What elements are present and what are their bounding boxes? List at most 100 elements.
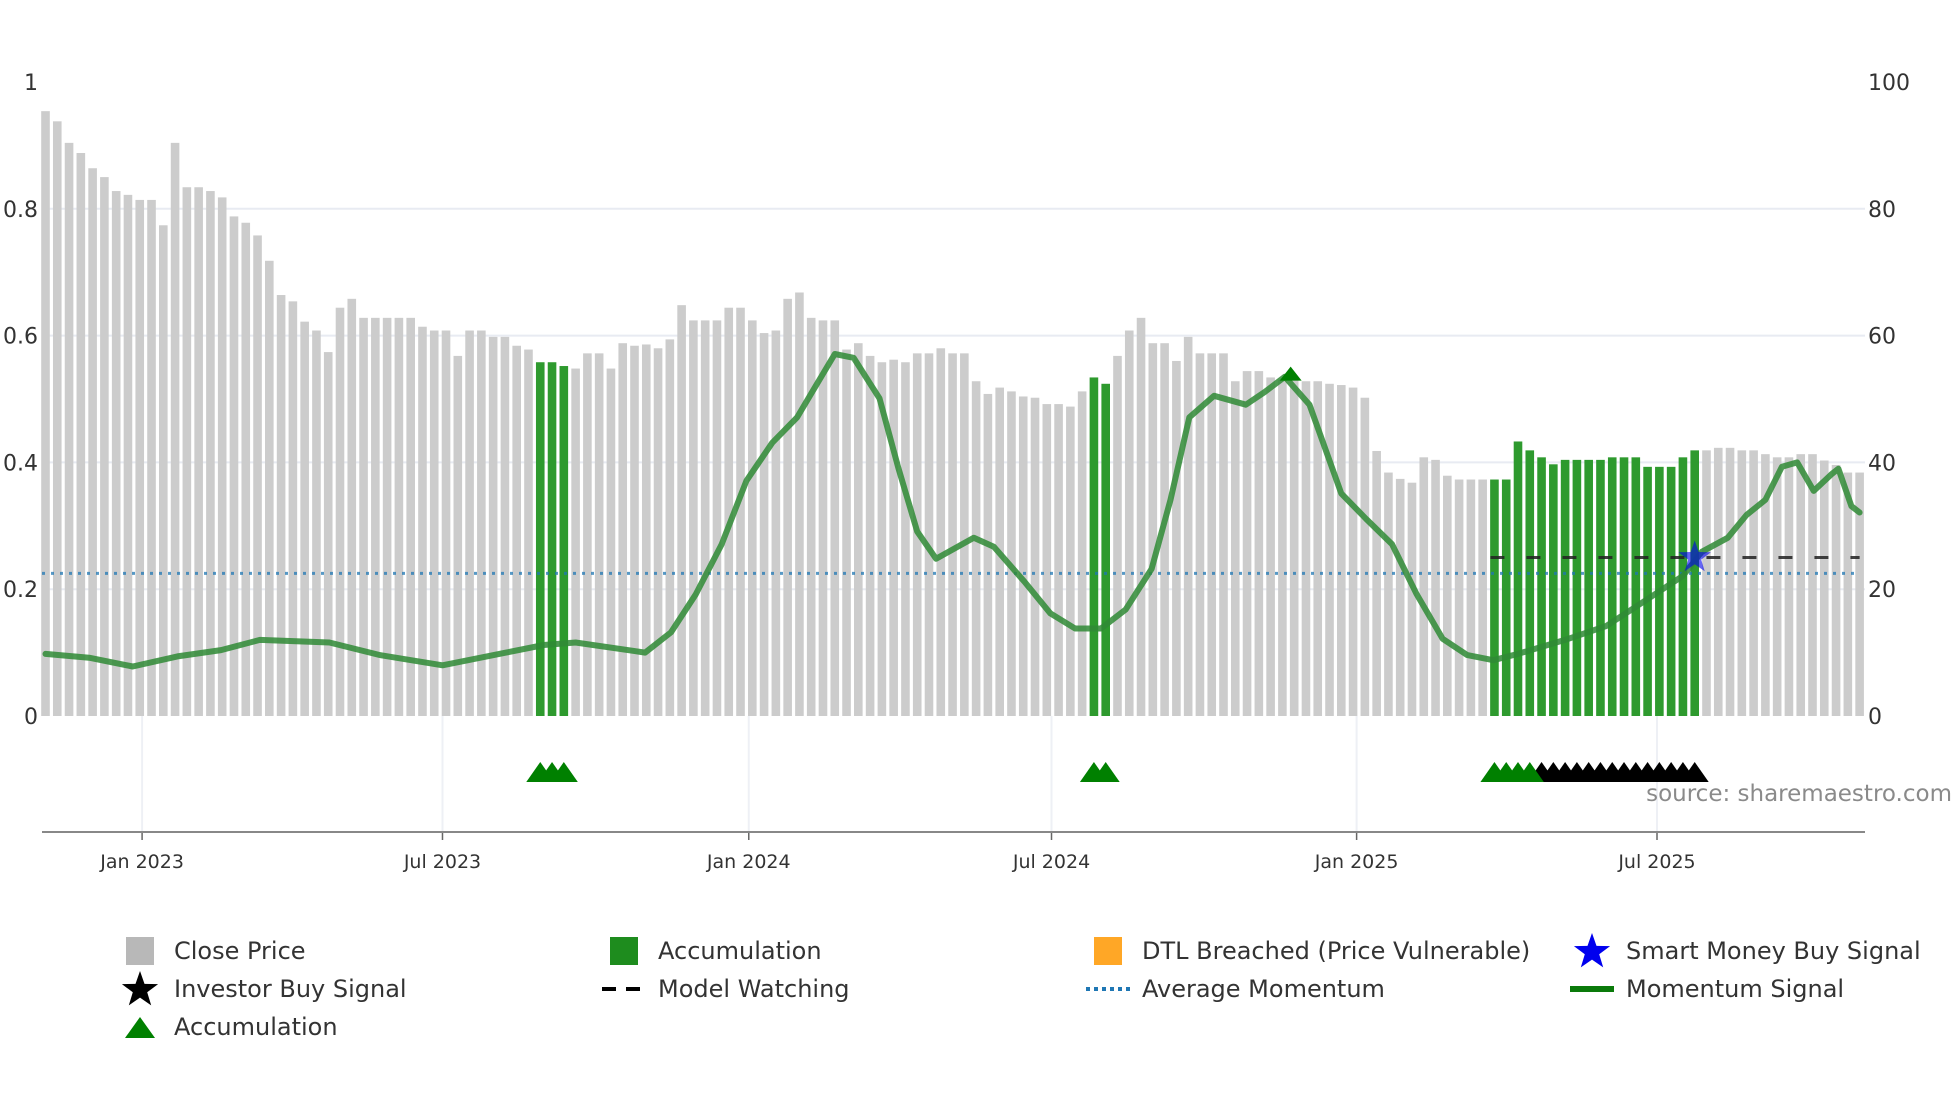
x-axis-tick-label: Jul 2023 (403, 851, 481, 873)
close-price-bar (630, 345, 639, 716)
x-axis-tick-label: Jul 2025 (1617, 851, 1695, 873)
close-price-bar (1077, 391, 1087, 716)
close-price-bar (1172, 360, 1181, 716)
close-price-bar (1278, 379, 1287, 716)
legend-item[interactable]: Close Price (118, 934, 306, 968)
legend-item[interactable]: Model Watching (602, 972, 850, 1006)
close-price-bar (924, 353, 934, 716)
close-price-bar (854, 343, 863, 716)
close-price-bar (147, 199, 156, 716)
close-price-bar (1136, 317, 1146, 716)
close-price-bar (1266, 377, 1275, 716)
close-price-bar (111, 191, 121, 717)
close-price-bar (571, 368, 580, 716)
close-price-bar (641, 344, 651, 716)
close-price-bar (759, 333, 769, 716)
close-price-bar (1831, 464, 1841, 716)
legend-label: Close Price (174, 937, 306, 965)
close-price-bar (1348, 387, 1358, 716)
close-price-bar (1443, 475, 1452, 716)
dashed-line-icon (602, 972, 646, 1006)
dotted-line-icon (1086, 972, 1130, 1006)
legend-label: Accumulation (174, 1013, 338, 1041)
accumulation-bar (1643, 466, 1652, 716)
close-price-bar (1148, 343, 1158, 716)
close-price-bar (1713, 447, 1723, 716)
close-price-bar (182, 187, 192, 716)
black-star-icon (118, 971, 162, 1006)
close-price-bar (1018, 396, 1028, 716)
close-price-bar (100, 177, 109, 717)
close-price-bar (1289, 377, 1299, 716)
close-price-bar (312, 330, 321, 716)
accumulation-bar (547, 362, 557, 716)
accumulation-bar (1596, 459, 1605, 716)
accumulation-bar (1690, 450, 1699, 716)
legend-label: Accumulation (658, 937, 822, 965)
close-price-bar (265, 260, 274, 716)
close-price-bar (1407, 482, 1417, 716)
accumulation-bar (1619, 457, 1629, 716)
close-price-bar (194, 187, 203, 716)
close-price-bar (347, 298, 357, 716)
close-price-bar (806, 317, 816, 716)
legend-label: Smart Money Buy Signal (1626, 937, 1921, 965)
close-price-bar (889, 359, 898, 716)
close-price-bar (335, 307, 345, 716)
legend-item[interactable]: Momentum Signal (1570, 972, 1844, 1006)
close-price-bar (170, 142, 180, 716)
accumulation-bar (1101, 383, 1110, 716)
close-price-bar (429, 330, 439, 716)
legend-label: DTL Breached (Price Vulnerable) (1142, 937, 1531, 965)
accumulation-bar (1560, 459, 1570, 716)
close-price-bar (1230, 381, 1240, 716)
left-axis-tick-label: 0 (24, 705, 38, 730)
left-axis-tick-label: 1 (24, 71, 38, 96)
x-axis-tick-label: Jan 2023 (99, 851, 184, 873)
accumulation-bar (1607, 457, 1617, 716)
close-price-bar (524, 349, 533, 716)
close-price-bar (64, 142, 74, 716)
close-price-bar (1301, 381, 1311, 716)
close-price-bar (689, 320, 698, 716)
orange-square-icon (1086, 934, 1130, 968)
close-price-bar (288, 301, 298, 716)
legend-item[interactable]: Average Momentum (1086, 972, 1385, 1006)
legend-label: Investor Buy Signal (174, 975, 407, 1003)
close-price-bar (406, 317, 415, 716)
close-price-bar (1030, 397, 1040, 716)
accumulation-bar (1089, 377, 1099, 716)
close-price-bar (1183, 336, 1193, 716)
green-square-icon (602, 934, 646, 968)
close-price-bar (1796, 454, 1806, 716)
close-price-bar (135, 199, 145, 716)
legend-item[interactable]: DTL Breached (Price Vulnerable) (1086, 934, 1530, 968)
close-price-bar (1466, 479, 1476, 716)
x-axis-tick-label: Jan 2025 (1314, 851, 1399, 873)
close-price-bar (748, 320, 757, 716)
close-price-bar (159, 225, 168, 716)
accumulation-bar (1501, 479, 1511, 716)
close-price-bar (1702, 450, 1711, 716)
legend-item[interactable]: Accumulation (602, 934, 822, 968)
close-price-bar (1066, 406, 1075, 716)
close-price-bar (865, 355, 875, 716)
close-price-bar (1219, 353, 1228, 716)
close-price-bar (76, 153, 86, 716)
close-price-bar (1749, 450, 1758, 716)
accumulation-bar (1666, 466, 1676, 716)
close-price-bar (983, 393, 993, 716)
left-axis-tick-label: 0.4 (3, 451, 38, 476)
close-price-bar (1124, 330, 1134, 716)
legend-item[interactable]: Smart Money Buy Signal (1570, 933, 1921, 968)
legend-item[interactable]: Accumulation (118, 1010, 338, 1044)
close-price-bar (1254, 371, 1264, 716)
accumulation-bar (1631, 457, 1641, 716)
close-price-bar (700, 320, 710, 716)
accumulation-bar (1513, 441, 1523, 716)
legend-item[interactable]: Investor Buy Signal (118, 971, 407, 1006)
close-price-bar (783, 298, 792, 716)
close-price-bar (418, 326, 427, 716)
close-price-bar (712, 320, 722, 716)
close-price-bar (1337, 385, 1346, 716)
